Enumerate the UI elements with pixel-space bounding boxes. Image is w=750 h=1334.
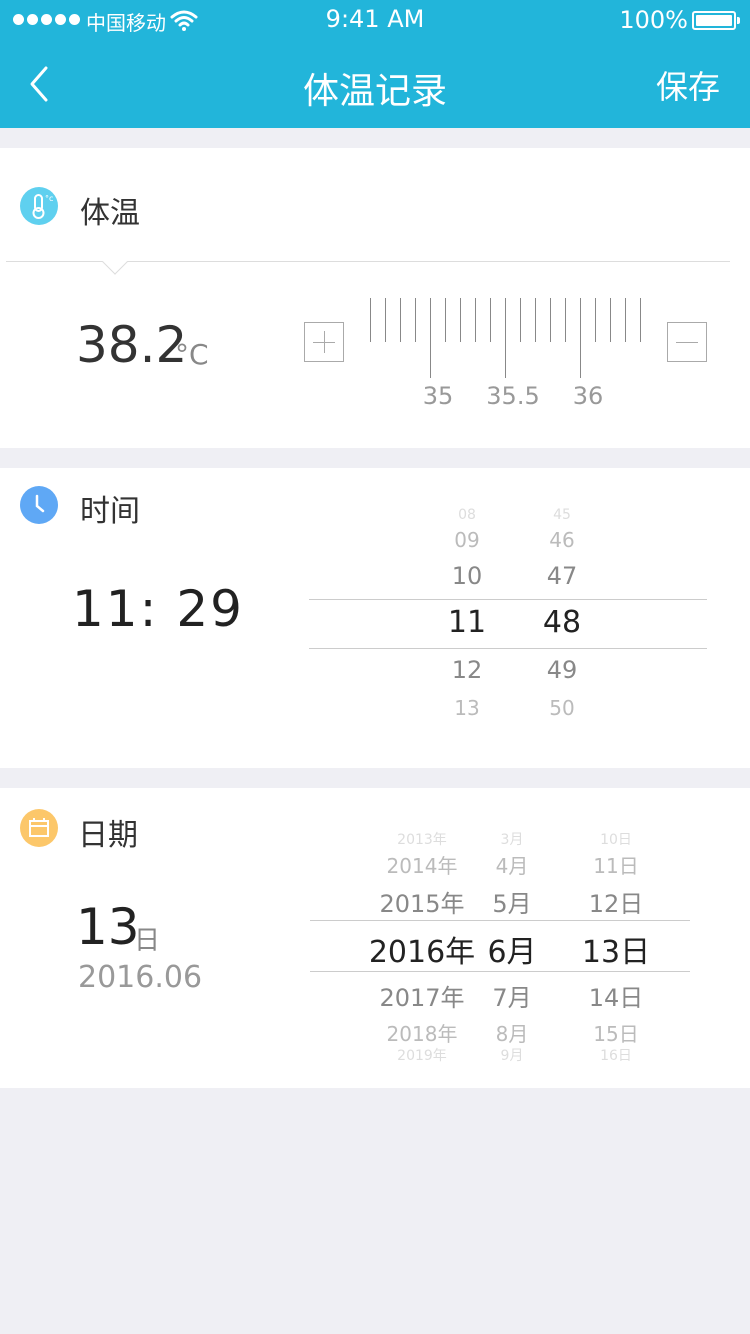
day-option[interactable]: 10日	[600, 829, 632, 849]
hour-option[interactable]: 12	[452, 656, 483, 684]
ruler-tick	[430, 298, 431, 378]
hour-option[interactable]: 13	[454, 696, 479, 720]
minute-option[interactable]: 46	[549, 528, 574, 552]
hour-option[interactable]: 08	[458, 507, 476, 523]
thermometer-icon: °c	[20, 187, 58, 225]
ruler-tick	[385, 298, 386, 342]
ruler-tick	[445, 298, 446, 342]
ruler-tick	[595, 298, 596, 342]
time-title: 时间	[80, 494, 140, 529]
page-title: 体温记录	[302, 71, 447, 112]
ruler-tick	[490, 298, 491, 342]
ruler-tick	[550, 298, 551, 342]
day-option[interactable]: 14日	[589, 978, 644, 1013]
picker-top-line	[310, 920, 690, 921]
status-bar: 中国移动 9:41 AM 100%	[0, 0, 750, 40]
date-day: 13	[76, 898, 140, 956]
day-option[interactable]: 15日	[593, 1018, 638, 1047]
ruler-tick	[460, 298, 461, 342]
ruler-tick-label: 35.5	[486, 382, 540, 410]
save-button[interactable]: 保存	[656, 62, 720, 108]
month-option[interactable]: 3月	[501, 829, 524, 849]
day-option[interactable]: 12日	[589, 884, 644, 919]
temperature-title: 体温	[80, 196, 140, 231]
picker-top-line	[309, 599, 707, 600]
minute-option[interactable]: 47	[547, 562, 578, 590]
day-option[interactable]: 16日	[600, 1045, 632, 1065]
date-card: 日期 13 日 2016.06 2013年 2014年 2015年 2016年 2017…	[0, 788, 750, 1088]
month-option[interactable]: 4月	[496, 850, 529, 879]
month-option[interactable]: 7月	[492, 978, 531, 1013]
ruler-tick	[475, 298, 476, 342]
year-option[interactable]: 2014年	[387, 850, 458, 879]
increase-temperature-button[interactable]	[304, 322, 344, 362]
year-option[interactable]: 2015年	[379, 884, 464, 919]
year-option[interactable]: 2016年	[369, 927, 475, 971]
svg-text:°c: °c	[45, 194, 53, 203]
ruler-tick	[610, 298, 611, 342]
month-option[interactable]: 6月	[487, 927, 536, 971]
date-year-month: 2016.06	[78, 960, 203, 995]
ruler-tick	[400, 298, 401, 342]
ruler-tick	[520, 298, 521, 342]
hour-option[interactable]: 10	[452, 562, 483, 590]
ruler-tick	[370, 298, 371, 342]
calendar-icon	[20, 809, 58, 847]
year-option[interactable]: 2013年	[397, 829, 447, 849]
date-title: 日期	[78, 818, 138, 853]
month-option[interactable]: 8月	[496, 1018, 529, 1047]
temperature-card: °c 体温 38.2 °C 35 35.5 36	[0, 148, 750, 448]
ruler-tick	[640, 298, 641, 342]
temperature-unit: °C	[175, 338, 209, 371]
clock-icon	[20, 486, 58, 524]
month-option[interactable]: 9月	[501, 1045, 524, 1065]
battery-icon	[692, 11, 740, 30]
ruler-tick	[415, 298, 416, 342]
minute-option[interactable]: 48	[543, 605, 581, 640]
ruler-tick	[625, 298, 626, 342]
year-option[interactable]: 2019年	[397, 1045, 447, 1065]
date-day-unit: 日	[134, 926, 161, 956]
app-header: 中国移动 9:41 AM 100% 体温记录 保存	[0, 0, 750, 128]
minute-option[interactable]: 50	[549, 696, 574, 720]
day-option[interactable]: 11日	[593, 850, 638, 879]
ruler-tick-label: 36	[572, 382, 604, 410]
ruler-tick-label: 35	[422, 382, 454, 410]
battery-percentage: 100%	[619, 6, 688, 34]
day-option[interactable]: 13日	[582, 927, 650, 971]
divider-pointer	[102, 249, 128, 275]
time-display: 11: 29	[72, 580, 244, 638]
temperature-value: 38.2	[76, 316, 188, 374]
ruler-tick	[565, 298, 566, 342]
ruler-tick	[535, 298, 536, 342]
year-option[interactable]: 2018年	[387, 1018, 458, 1047]
picker-bottom-line	[309, 648, 707, 649]
temperature-ruler-slider[interactable]: 35 35.5 36	[360, 298, 660, 418]
hour-option[interactable]: 11	[448, 605, 486, 640]
ruler-tick	[505, 298, 506, 378]
year-option[interactable]: 2017年	[379, 978, 464, 1013]
decrease-temperature-button[interactable]	[667, 322, 707, 362]
minute-option[interactable]: 45	[553, 507, 571, 523]
minute-option[interactable]: 49	[547, 656, 578, 684]
month-option[interactable]: 5月	[492, 884, 531, 919]
time-card: 时间 11: 29 08 09 10 11 12 13 45 46 47 48 49 50	[0, 468, 750, 768]
ruler-tick	[580, 298, 581, 378]
hour-option[interactable]: 09	[454, 528, 479, 552]
